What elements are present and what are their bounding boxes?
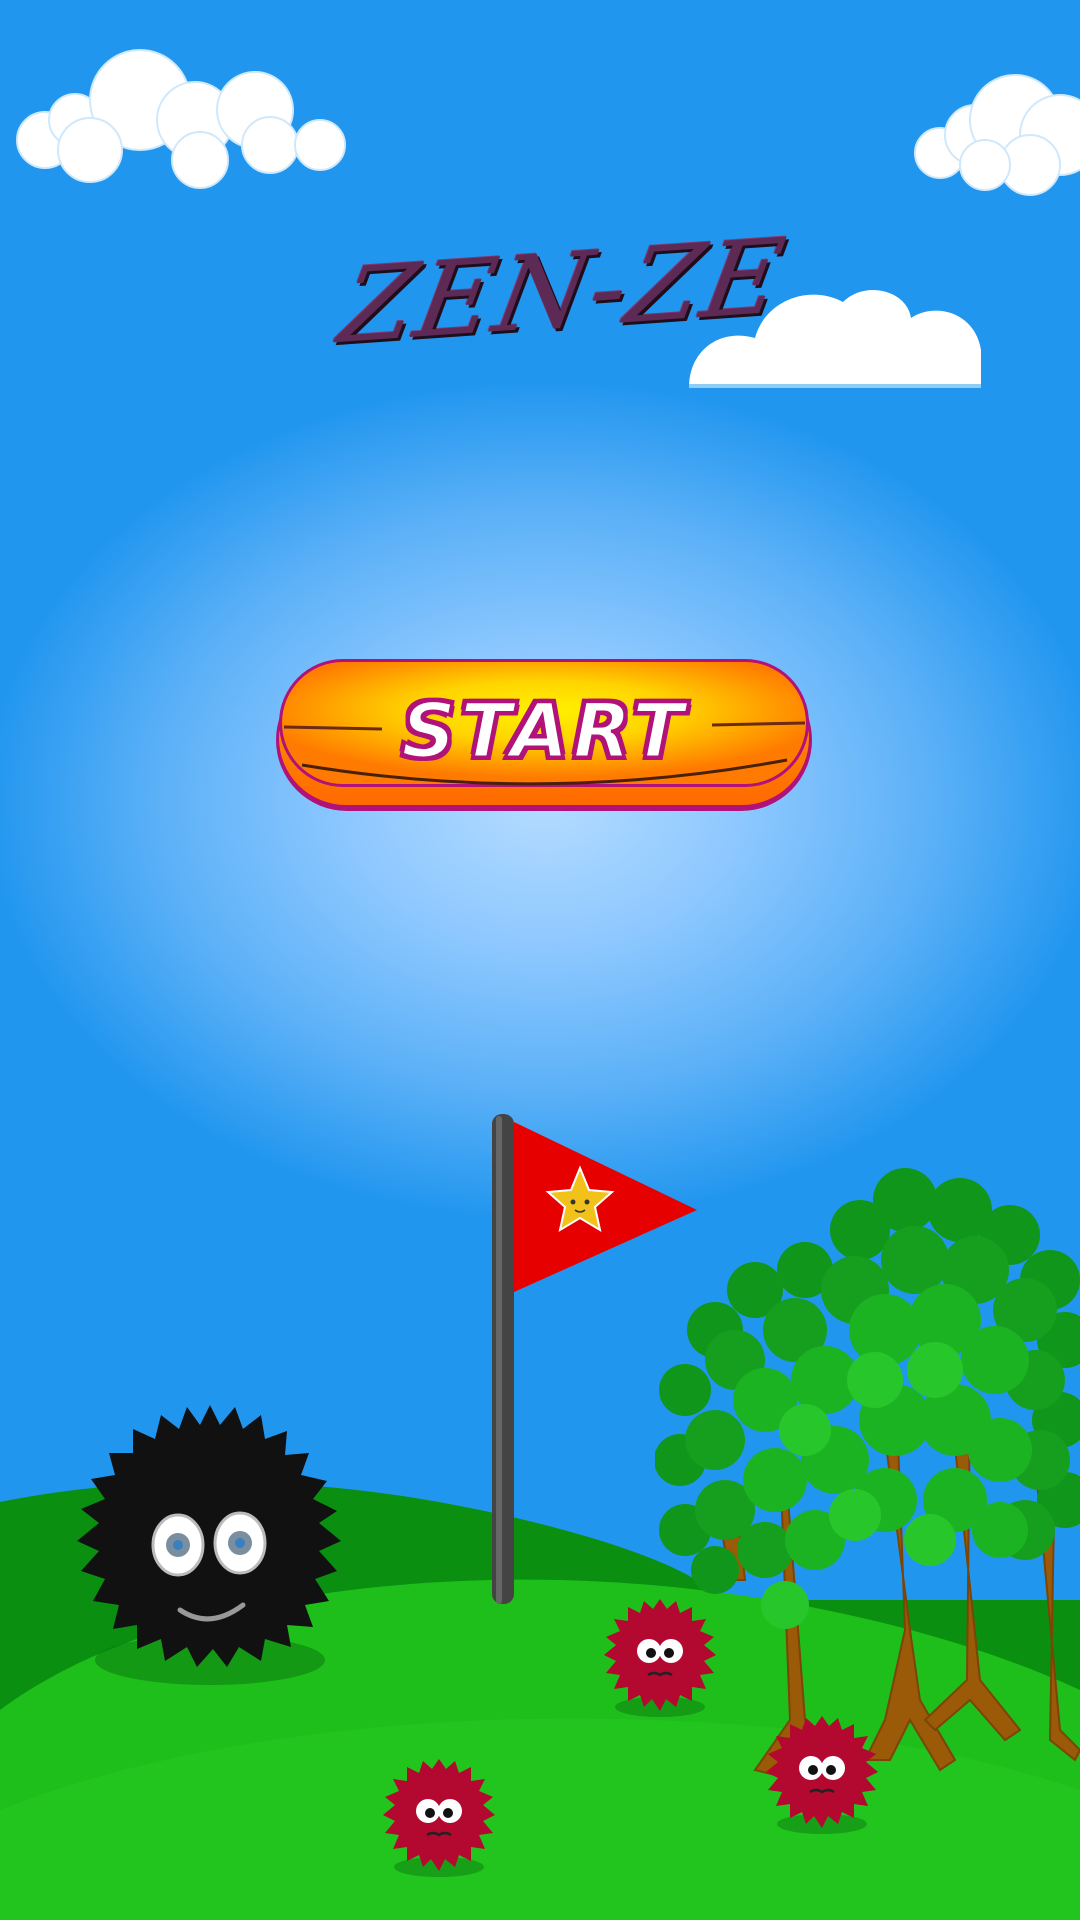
cloud-top-right (914, 74, 1080, 196)
red-fuzzball-creature (766, 1716, 878, 1834)
cloud-top-left (16, 49, 346, 189)
black-fuzzball-creature (77, 1405, 341, 1685)
red-fuzzball-creature (604, 1599, 716, 1717)
start-button[interactable]: START (272, 655, 817, 820)
flag-with-star-icon (492, 1114, 697, 1604)
red-fuzzball-creature (383, 1759, 495, 1877)
game-screen: ZEN-ZE START (0, 0, 1080, 1920)
